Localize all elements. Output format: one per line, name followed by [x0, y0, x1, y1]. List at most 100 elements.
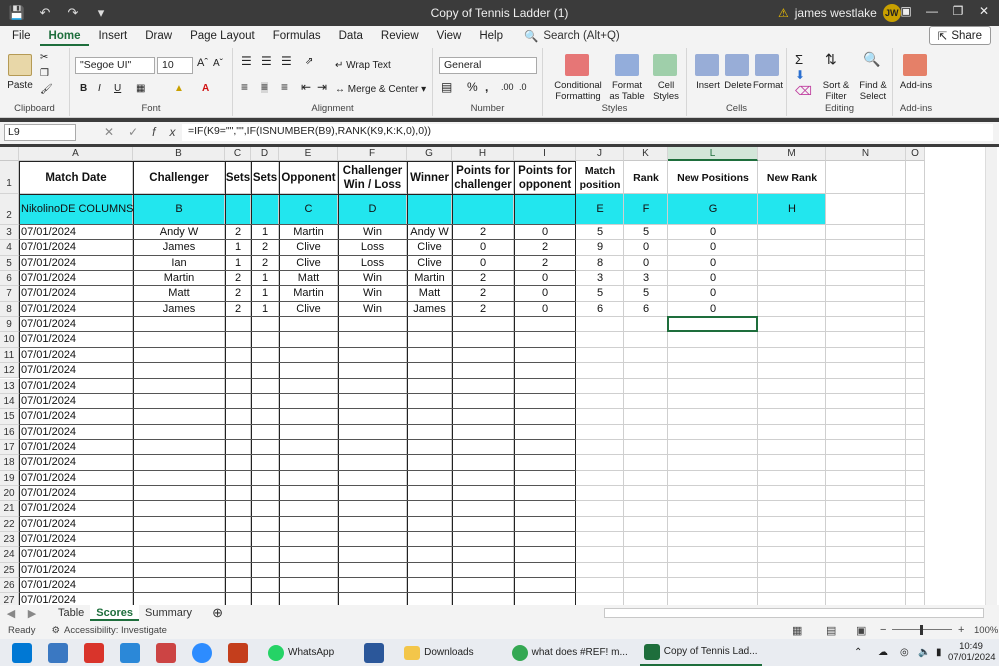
cell-f[interactable]: Win	[340, 302, 405, 317]
formula-input[interactable]: =IF(K9="","",IF(ISNUMBER(B9),RANK(K9,K:K…	[182, 124, 993, 141]
cell-c[interactable]: 2	[227, 302, 249, 317]
word-app-icon[interactable]	[364, 642, 385, 663]
menu-view[interactable]: View	[428, 26, 471, 46]
customize-toolbar-icon[interactable]: ▾	[90, 2, 112, 24]
header-cell-e[interactable]: Opponent	[279, 161, 338, 194]
cell-d[interactable]: 1	[253, 302, 277, 317]
decrease-indent-icon[interactable]: ⇤	[301, 81, 311, 93]
share-button[interactable]: ⇱ Share	[928, 26, 991, 45]
cell-a[interactable]: 07/01/2024	[21, 486, 131, 501]
addins-button[interactable]: Add-ins	[895, 80, 937, 91]
cell-d[interactable]: 1	[253, 271, 277, 286]
cell-h[interactable]: 2	[454, 271, 512, 286]
cell-h[interactable]: 0	[454, 240, 512, 255]
paste-button[interactable]: Paste	[4, 80, 36, 91]
cell-j[interactable]: 5	[578, 286, 622, 301]
sheet-tab-scores[interactable]: Scores	[90, 605, 139, 621]
ribbon-display-icon[interactable]: ▣	[893, 4, 919, 22]
code-cell-m[interactable]: H	[760, 202, 824, 217]
font-size-select[interactable]: 10	[157, 57, 193, 74]
cell-l[interactable]: 0	[670, 286, 756, 301]
format-painter-icon[interactable]: 🖌	[40, 84, 53, 95]
row-header[interactable]: 11	[0, 347, 19, 364]
volume-icon[interactable]: 🔈	[918, 647, 930, 658]
cell-b[interactable]: Martin	[135, 271, 223, 286]
cell-a[interactable]: 07/01/2024	[21, 471, 131, 486]
cell-a[interactable]: 07/01/2024	[21, 225, 131, 240]
header-cell-l[interactable]: New Positions	[668, 161, 758, 194]
cell-f[interactable]: Loss	[340, 240, 405, 255]
cell-j[interactable]: 8	[578, 256, 622, 271]
cell-c[interactable]: 1	[227, 240, 249, 255]
cell-b[interactable]: James	[135, 240, 223, 255]
sheet-tab-summary[interactable]: Summary	[139, 605, 198, 621]
column-header-d[interactable]: D	[251, 147, 279, 161]
cell-j[interactable]: 5	[578, 225, 622, 240]
battery-icon[interactable]: ▮	[936, 647, 942, 658]
cell-b[interactable]: James	[135, 302, 223, 317]
conditional-formatting-button[interactable]: Conditional Formatting	[547, 80, 609, 102]
row-header[interactable]: 16	[0, 424, 19, 440]
name-box[interactable]: L9	[4, 124, 76, 141]
zoom-out-icon[interactable]: −	[880, 624, 886, 636]
menu-file[interactable]: File	[3, 26, 40, 46]
taskbar-excel[interactable]: Copy of Tennis Lad...	[639, 639, 762, 666]
align-middle-icon[interactable]: ☰	[261, 55, 272, 67]
restore-icon[interactable]: ❐	[945, 4, 971, 22]
header-cell-m[interactable]: New Rank	[758, 161, 826, 194]
cell-l[interactable]: 0	[670, 271, 756, 286]
delete-button[interactable]: Delete	[721, 80, 755, 91]
cell-e[interactable]: Clive	[281, 256, 336, 271]
undo-icon[interactable]: ↶	[34, 2, 56, 24]
cell-a[interactable]: 07/01/2024	[21, 379, 131, 394]
row-header[interactable]: 8	[0, 301, 19, 318]
cell-e[interactable]: Matt	[281, 271, 336, 286]
cell-a[interactable]: 07/01/2024	[21, 256, 131, 271]
cell-i[interactable]: 2	[516, 240, 574, 255]
cell-a[interactable]: 07/01/2024	[21, 425, 131, 440]
user-account[interactable]: ⚠ james westlake JW	[778, 4, 901, 22]
column-header-m[interactable]: M	[758, 147, 826, 161]
header-cell-f[interactable]: Challenger Win / Loss	[338, 161, 407, 194]
cell-a[interactable]: 07/01/2024	[21, 394, 131, 409]
column-header-i[interactable]: I	[514, 147, 576, 161]
cell-k[interactable]: 5	[626, 286, 666, 301]
column-header-n[interactable]: N	[826, 147, 906, 161]
row-header[interactable]: 20	[0, 485, 19, 502]
row-header[interactable]: 26	[0, 578, 19, 594]
row-header[interactable]: 6	[0, 271, 19, 287]
row-header[interactable]: 18	[0, 455, 19, 471]
cell-f[interactable]: Win	[340, 225, 405, 240]
add-sheet-icon[interactable]: ⊕	[212, 605, 223, 621]
cell-c[interactable]: 2	[227, 225, 249, 240]
cell-i[interactable]: 0	[516, 286, 574, 301]
tray-chevron-icon[interactable]: ⌃	[854, 647, 862, 658]
row-header[interactable]: 7	[0, 286, 19, 302]
cell-a[interactable]: 07/01/2024	[21, 363, 131, 378]
onedrive-icon[interactable]: ☁	[878, 647, 888, 658]
cancel-icon[interactable]: ✕	[104, 125, 128, 139]
code-cell-a[interactable]: NikolinoDE COLUMNS	[21, 202, 133, 217]
acrobat-app-icon[interactable]	[84, 642, 104, 663]
header-cell-a[interactable]: Match Date	[19, 161, 133, 194]
row-header[interactable]: 10	[0, 332, 19, 348]
chrome-alt-app-icon[interactable]	[156, 642, 176, 663]
cell-f[interactable]: Win	[340, 286, 405, 301]
powerpoint-app-icon[interactable]	[228, 642, 248, 663]
cell-a[interactable]: 07/01/2024	[21, 455, 131, 470]
taskbar-whatsapp[interactable]: WhatsApp	[264, 639, 338, 666]
column-header-h[interactable]: H	[452, 147, 514, 161]
cell-b[interactable]: Matt	[135, 286, 223, 301]
cell-k[interactable]: 0	[626, 240, 666, 255]
cell-g[interactable]: James	[409, 302, 450, 317]
menu-data[interactable]: Data	[330, 26, 372, 46]
menu-review[interactable]: Review	[372, 26, 428, 46]
fill-icon[interactable]: ⬇	[795, 69, 805, 81]
row-header[interactable]: 25	[0, 562, 19, 579]
cell-a[interactable]: 07/01/2024	[21, 563, 131, 578]
cell-k[interactable]: 5	[626, 225, 666, 240]
decrease-font-icon[interactable]: Aˇ	[213, 58, 223, 69]
row-header[interactable]: 22	[0, 516, 19, 532]
clear-icon[interactable]: ⌫	[795, 85, 812, 97]
row-header[interactable]: 1	[0, 161, 19, 194]
